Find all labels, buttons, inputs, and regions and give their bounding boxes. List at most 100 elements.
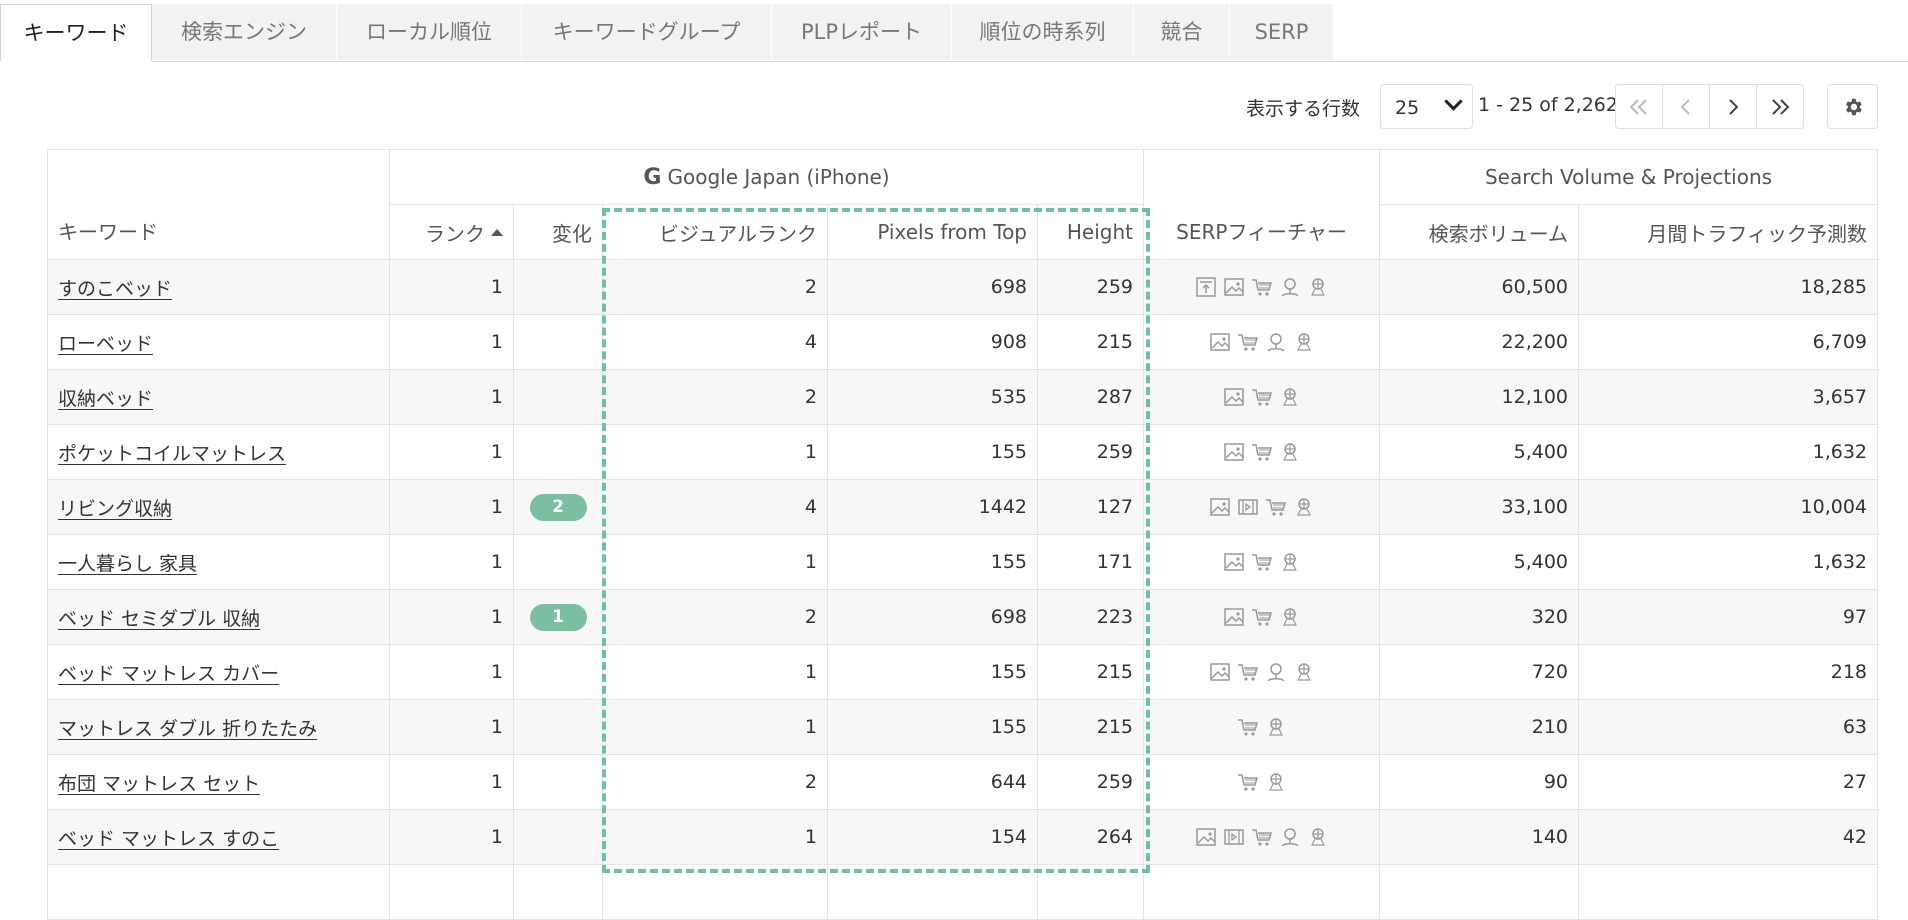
table-row: 布団 マットレス セット 1 2 644 259 90 27	[47, 754, 1879, 810]
traffic-cell: 3,657	[1578, 369, 1879, 425]
height-cell: 223	[1036, 589, 1145, 645]
serp-feature-icons	[1237, 771, 1287, 793]
serp-feature-icons	[1209, 661, 1315, 683]
serp-feature-icons	[1195, 826, 1329, 848]
rank-cell: 1	[389, 479, 514, 535]
image-icon	[1223, 386, 1245, 408]
shopping-icon	[1265, 496, 1287, 518]
pixels-cell: 698	[827, 259, 1038, 315]
keyword-link[interactable]: すのこベッド	[58, 278, 172, 300]
knowledge-icon	[1279, 606, 1301, 628]
col-height-label: Height	[1066, 220, 1134, 244]
pixels-cell: 535	[827, 369, 1038, 425]
keyword-link[interactable]: 収納ベッド	[58, 388, 153, 410]
height-cell: 259	[1036, 754, 1145, 810]
visual-rank-cell: 1	[602, 424, 828, 480]
col-traffic-header[interactable]: 月間トラフィック予測数	[1578, 204, 1879, 260]
col-serp-header[interactable]: SERPフィーチャー	[1143, 149, 1381, 260]
tab-keyword-group[interactable]: キーワードグループ	[522, 4, 772, 60]
tab-search-engine[interactable]: 検索エンジン	[152, 4, 337, 60]
pixels-cell: 154	[827, 809, 1038, 865]
local-icon	[1265, 661, 1287, 683]
gear-icon	[1845, 98, 1862, 115]
rows-per-page-value: 25	[1395, 97, 1420, 119]
col-visual-rank-label: ビジュアルランク	[659, 221, 817, 246]
tab-rank-timeseries[interactable]: 順位の時系列	[952, 4, 1134, 60]
google-icon: G	[643, 164, 662, 190]
image-icon	[1223, 606, 1245, 628]
col-volume-header[interactable]: 検索ボリューム	[1379, 204, 1580, 260]
volume-cell: 140	[1379, 809, 1580, 865]
col-rank-header[interactable]: ランク	[389, 204, 514, 260]
col-rank-label: ランク	[425, 221, 485, 246]
tab-local-rank[interactable]: ローカル順位	[337, 4, 522, 60]
tab-plp-report[interactable]: PLPレポート	[772, 4, 952, 60]
keyword-link[interactable]: ベッド マットレス すのこ	[58, 828, 279, 850]
image-icon	[1223, 441, 1245, 463]
serp-feature-icons	[1209, 496, 1315, 518]
visual-rank-cell: 2	[602, 754, 828, 810]
col-change-header[interactable]: 変化	[513, 204, 603, 260]
pagination	[1615, 84, 1804, 129]
chevron-right-icon	[1729, 98, 1739, 115]
volume-cell: 720	[1379, 644, 1580, 700]
rows-per-page-select[interactable]: 25	[1380, 84, 1473, 129]
volume-cell: 5,400	[1379, 424, 1580, 480]
table-row: すのこベッド 1 2 698 259 60,500 18,285	[47, 259, 1879, 315]
video-icon	[1237, 496, 1259, 518]
col-keyword-header[interactable]: キーワード	[47, 149, 390, 260]
height-cell: 287	[1036, 369, 1145, 425]
change-cell: 2	[513, 479, 603, 535]
serp-features-cell	[1143, 809, 1381, 865]
serp-feature-icons	[1195, 276, 1329, 298]
keyword-link[interactable]: ポケットコイルマットレス	[58, 443, 286, 465]
keyword-link[interactable]: 一人暮らし 家具	[58, 553, 197, 575]
pixels-cell: 908	[827, 314, 1038, 370]
volume-cell: 5,400	[1379, 534, 1580, 590]
keyword-link[interactable]: ローベッド	[58, 333, 153, 355]
settings-button[interactable]	[1827, 84, 1878, 129]
first-page-button[interactable]	[1615, 84, 1663, 129]
tab-keyword[interactable]: キーワード	[0, 4, 152, 62]
rank-cell: 1	[389, 314, 514, 370]
tab-competitors[interactable]: 競合	[1134, 4, 1230, 60]
traffic-cell: 97	[1578, 589, 1879, 645]
keyword-link[interactable]: 布団 マットレス セット	[58, 773, 260, 795]
rank-cell: 1	[389, 259, 514, 315]
table-row: ベッド マットレス カバー 1 1 155 215 720 218	[47, 644, 1879, 700]
col-height-header[interactable]: Height	[1036, 204, 1145, 260]
col-pixels-header[interactable]: Pixels from Top	[827, 204, 1038, 260]
traffic-cell: 42	[1578, 809, 1879, 865]
traffic-cell: 1,632	[1578, 534, 1879, 590]
visual-rank-cell: 1	[602, 699, 828, 755]
serp-features-cell	[1143, 754, 1381, 810]
shopping-icon	[1251, 441, 1273, 463]
shopping-icon	[1237, 771, 1259, 793]
image-icon	[1209, 661, 1231, 683]
keyword-cell: ベッド マットレス すのこ	[47, 809, 390, 865]
serp-features-cell	[1143, 479, 1381, 535]
double-chevron-right-icon	[1772, 98, 1790, 115]
change-cell	[513, 259, 603, 315]
tab-serp[interactable]: SERP	[1230, 4, 1334, 60]
col-traffic-label: 月間トラフィック予測数	[1647, 221, 1868, 246]
visual-rank-cell: 1	[602, 644, 828, 700]
keyword-link[interactable]: ベッド セミダブル 収納	[58, 608, 260, 630]
keyword-link[interactable]: マットレス ダブル 折りたたみ	[58, 718, 317, 740]
keyword-link[interactable]: リビング収納	[58, 498, 172, 520]
prev-page-button[interactable]	[1662, 84, 1710, 129]
rank-cell: 1	[389, 424, 514, 480]
keyword-cell: すのこベッド	[47, 259, 390, 315]
knowledge-icon	[1265, 771, 1287, 793]
last-page-button[interactable]	[1756, 84, 1804, 129]
rows-per-page-label: 表示する行数	[1246, 98, 1361, 120]
table-row: マットレス ダブル 折りたたみ 1 1 155 215 210 63	[47, 699, 1879, 755]
next-page-button[interactable]	[1709, 84, 1757, 129]
col-visual-rank-header[interactable]: ビジュアルランク	[602, 204, 828, 260]
volume-cell: 60,500	[1379, 259, 1580, 315]
traffic-cell: 63	[1578, 699, 1879, 755]
keyword-link[interactable]: ベッド マットレス カバー	[58, 663, 279, 685]
rank-cell: 1	[389, 589, 514, 645]
tab-bar: キーワード 検索エンジン ローカル順位 キーワードグループ PLPレポート 順位…	[0, 0, 1908, 62]
google-group-label: Google Japan (iPhone)	[667, 164, 890, 189]
